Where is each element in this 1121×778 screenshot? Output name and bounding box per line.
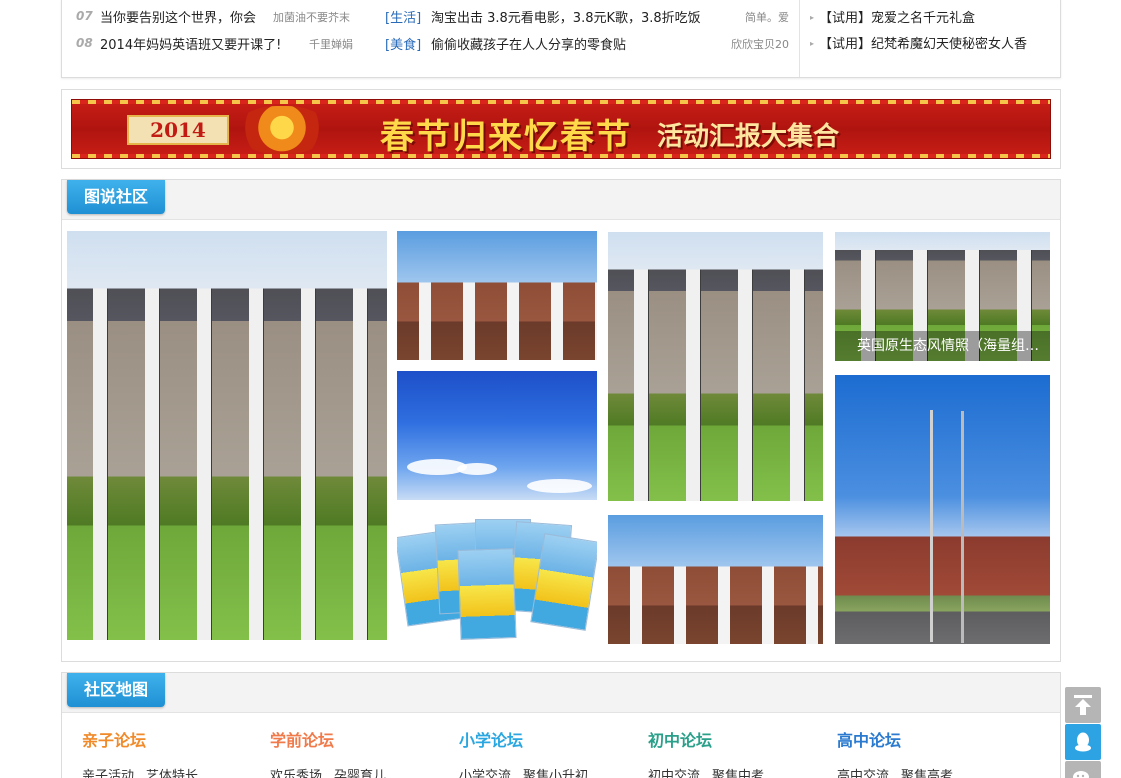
section-header: 社区地图 [62,673,1060,713]
forum-link[interactable]: 亲子活动 [82,769,134,778]
banner-box: 2014 春节归来忆春节 活动汇报大集合 [61,89,1061,169]
photo-section: 图说社区 英国原生态风情照（海量组图） [61,179,1061,662]
forum-links: 亲子活动 艺体特长 [82,765,272,778]
photo-books[interactable] [397,511,597,640]
forum-title[interactable]: 亲子论坛 [82,727,272,751]
photo-building-lawn[interactable] [67,231,387,640]
lamp-post [930,410,933,642]
banner-subline: 活动汇报大集合 [657,122,840,152]
forum-column: 学前论坛 欢乐秀场 孕婴育儿 [270,727,460,778]
forum-title[interactable]: 小学论坛 [459,727,649,751]
forum-link[interactable]: 艺体特长 [146,769,198,778]
cloud-shape [527,479,592,493]
forum-links: 高中交流 聚焦高考 [837,765,1027,778]
forum-title[interactable]: 高中论坛 [837,727,1027,751]
news-title[interactable]: 淘宝出击 3.8元看电影，3.8元K歌，3.8折吃饭 [431,7,701,26]
news-author[interactable]: 简单。爱 [745,9,789,25]
forum-links: 初中交流 聚焦中考 [648,765,838,778]
trial-link[interactable]: 【试用】宠爱之名千元礼盒 [819,7,975,26]
page: 07 当你要告别这个世界，你会 加菌油不要芥末 [生活] 淘宝出击 3.8元看电… [0,0,1121,778]
forum-link[interactable]: 聚焦高考 [901,769,953,778]
photo-red-building[interactable] [608,515,823,644]
forum-link[interactable]: 小学交流 [459,769,511,778]
forum-column: 初中论坛 初中交流 聚焦中考 [648,727,838,778]
news-number: 08 [76,36,93,50]
photo-blue-sky[interactable] [397,371,597,500]
wechat-icon [1073,771,1089,778]
news-title[interactable]: 偷偷收藏孩子在人人分享的零食贴 [431,34,626,53]
qq-icon [1075,732,1091,752]
top-news-box: 07 当你要告别这个世界，你会 加菌油不要芥末 [生活] 淘宝出击 3.8元看电… [61,0,1061,78]
wechat-button[interactable] [1065,761,1101,778]
photo-street[interactable] [835,375,1050,644]
news-row[interactable]: 07 当你要告别这个世界，你会 加菌油不要芥末 [生活] 淘宝出击 3.8元看电… [62,4,799,30]
forum-column: 亲子论坛 亲子活动 艺体特长 [82,727,272,778]
news-row[interactable]: 08 2014年妈妈英语班又要开课了! 千里婵娟 [美食] 偷偷收藏孩子在人人分… [62,31,799,57]
forum-link[interactable]: 初中交流 [648,769,700,778]
news-title[interactable]: 当你要告别这个世界，你会 [100,7,256,26]
forum-title[interactable]: 学前论坛 [270,727,460,751]
forum-title[interactable]: 初中论坛 [648,727,838,751]
forum-link[interactable]: 孕婴育儿 [334,769,386,778]
forum-link[interactable]: 聚焦中考 [712,769,764,778]
bullet-icon: ▸ [810,39,815,48]
back-to-top-icon [1074,695,1092,715]
forum-link[interactable]: 高中交流 [837,769,889,778]
banner-year: 2014 [127,115,229,145]
news-category[interactable]: [美食] [385,34,421,53]
qq-button[interactable] [1065,724,1101,760]
column-divider [799,0,800,77]
photo-red-building[interactable] [397,231,597,360]
banner-headline: 春节归来忆春节 [380,117,632,157]
forum-column: 小学论坛 小学交流 聚焦小升初 [459,727,649,778]
forum-column: 高中论坛 高中交流 聚焦高考 [837,727,1027,778]
section-header: 图说社区 [62,180,1060,220]
photo-caption[interactable]: 英国原生态风情照（海量组图） [835,331,1050,361]
forum-link[interactable]: 欢乐秀场 [270,769,322,778]
banner-stripe [72,100,1050,104]
spring-festival-banner[interactable]: 2014 春节归来忆春节 活动汇报大集合 [71,99,1051,159]
book-shape [457,548,517,640]
forum-links: 小学交流 聚焦小升初 [459,765,649,778]
cloud-shape [457,463,497,475]
back-to-top-button[interactable] [1065,687,1101,723]
section-title: 图说社区 [67,180,165,214]
photo-featured-building[interactable]: 英国原生态风情照（海量组图） [835,232,1050,361]
news-author[interactable]: 千里婵娟 [309,36,353,52]
bullet-icon: ▸ [810,13,815,22]
trial-link[interactable]: 【试用】纪梵希魔幻天使秘密女人香 [819,33,1027,52]
forum-link[interactable]: 聚焦小升初 [523,769,588,778]
photo-building-flowers[interactable] [608,232,823,501]
lion-dance-icon [237,106,327,154]
news-title[interactable]: 2014年妈妈英语班又要开课了! [100,34,281,53]
news-number: 07 [76,9,93,23]
forum-links: 欢乐秀场 孕婴育儿 [270,765,460,778]
news-category[interactable]: [生活] [385,7,421,26]
news-author[interactable]: 加菌油不要芥末 [273,9,350,25]
map-section: 社区地图 亲子论坛 亲子活动 艺体特长 学前论坛 欢乐秀场 孕婴育儿 小学论坛 小学… [61,672,1061,778]
news-author[interactable]: 欣欣宝贝20 [731,36,789,52]
section-title: 社区地图 [67,673,165,707]
lamp-post [961,411,964,643]
